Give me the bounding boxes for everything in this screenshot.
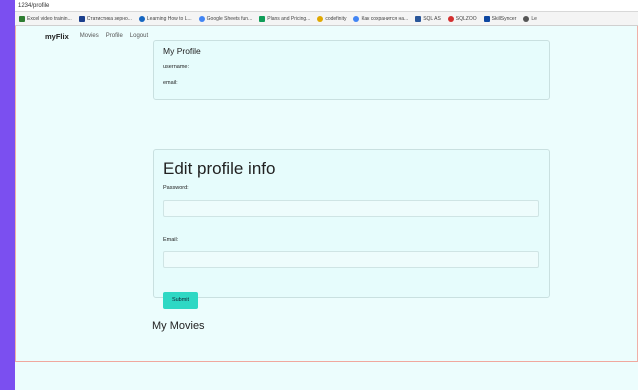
- bookmark-item[interactable]: Le: [523, 15, 537, 22]
- bookmark-item[interactable]: Learning How to L...: [138, 15, 192, 22]
- edit-profile-title: Edit profile info: [163, 159, 276, 178]
- bookmark-label: Excel video trainin...: [27, 15, 72, 22]
- nav-link-movies[interactable]: Movies: [80, 33, 99, 39]
- email-label: email:: [163, 80, 178, 86]
- app-container: myFlix Movies Profile Logout My Profile …: [15, 26, 638, 362]
- submit-button[interactable]: Submit: [163, 291, 198, 309]
- bookmark-item[interactable]: SQLZOO: [447, 15, 477, 22]
- bookmark-item[interactable]: Статистика зерно...: [78, 15, 132, 22]
- email-input[interactable]: [163, 251, 539, 268]
- address-bar[interactable]: 1234/profile: [15, 0, 638, 12]
- doc-icon: [78, 15, 85, 22]
- username-label: username:: [163, 64, 189, 70]
- bookmark-item[interactable]: Google Sheets fun...: [198, 15, 253, 22]
- grid-icon: [19, 15, 25, 22]
- browser-window: 1234/profile Excel video trainin... Стати…: [15, 0, 638, 390]
- nav-link-profile[interactable]: Profile: [106, 33, 123, 39]
- skillsyncer-icon: [483, 15, 490, 22]
- email-field-label: Email:: [163, 236, 179, 243]
- codefinity-icon: [317, 15, 324, 22]
- bookmarks-bar: Excel video trainin... Статистика зерно..…: [15, 12, 638, 26]
- profile-title: My Profile: [163, 46, 201, 56]
- password-label: Password:: [163, 185, 189, 191]
- bookmark-label: Le: [531, 15, 537, 22]
- sheet-icon: [259, 15, 266, 22]
- google-icon: [353, 15, 360, 22]
- profile-card: My Profile username: email:: [153, 40, 550, 100]
- bookmark-label: Как сохранится на...: [361, 15, 409, 22]
- bookmark-item[interactable]: codefinity: [317, 15, 347, 22]
- bookmark-label: Learning How to L...: [146, 15, 192, 22]
- bookmark-item[interactable]: SkillSyncer: [483, 15, 517, 22]
- bookmark-label: SQLZOO: [455, 15, 477, 22]
- bookmark-label: SQL AS: [423, 15, 441, 22]
- password-input[interactable]: [163, 199, 539, 217]
- bookmark-item[interactable]: Excel video trainin...: [19, 15, 72, 22]
- bookmark-item[interactable]: Как сохранится на...: [353, 15, 409, 22]
- edit-profile-card: Edit profile info Password: Email: Submi…: [153, 149, 550, 309]
- url-text[interactable]: 1234/profile: [18, 3, 49, 9]
- bookmark-item[interactable]: Plans and Pricing...: [259, 15, 311, 22]
- circle-icon: [523, 15, 530, 22]
- brand-logo[interactable]: myFlix: [45, 32, 69, 41]
- nav-link-logout[interactable]: Logout: [130, 33, 148, 39]
- google-icon: [198, 15, 205, 22]
- my-movies-heading: My Movies: [152, 320, 205, 332]
- zoo-icon: [447, 15, 454, 22]
- bookmark-label: Plans and Pricing...: [267, 15, 311, 22]
- bookmark-label: Google Sheets fun...: [206, 15, 253, 22]
- globe-icon: [138, 15, 145, 22]
- bookmark-item[interactable]: SQL AS: [415, 15, 441, 22]
- bookmark-label: Статистика зерно...: [86, 15, 132, 22]
- bookmark-label: codefinity: [325, 15, 347, 22]
- bookmark-label: SkillSyncer: [491, 15, 517, 22]
- w-icon: [415, 15, 422, 22]
